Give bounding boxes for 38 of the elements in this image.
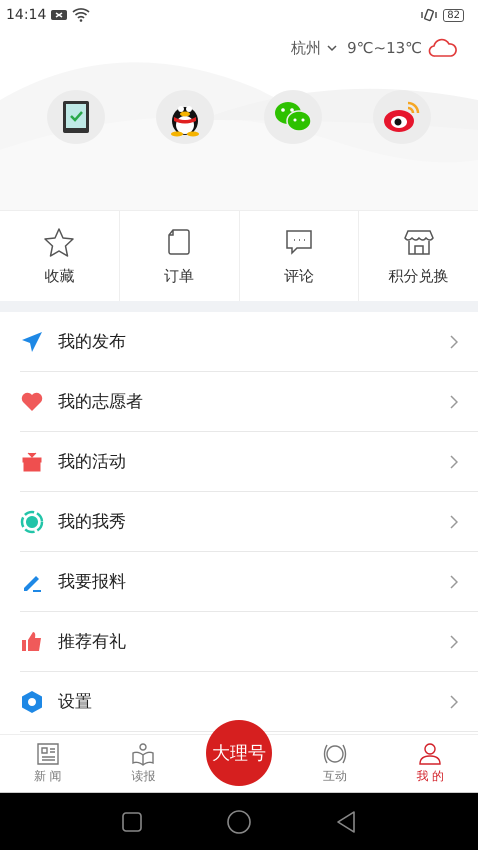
menu-item[interactable]: 我的我秀 xyxy=(20,492,478,552)
vibrate-icon xyxy=(420,8,438,22)
menu-item[interactable]: 我的活动 xyxy=(20,432,478,492)
battery-indicator: 82 xyxy=(443,8,464,22)
chevron-right-icon xyxy=(450,574,458,588)
city-selector[interactable]: 杭州 xyxy=(291,38,322,58)
chevron-right-icon xyxy=(450,514,458,528)
menu-item[interactable]: 我的发布 xyxy=(20,312,478,372)
eye-signal-icon xyxy=(382,100,422,134)
tab[interactable]: 互动 xyxy=(287,742,382,785)
wifi-icon xyxy=(72,8,90,22)
person-icon xyxy=(417,742,444,766)
star-icon xyxy=(43,226,76,256)
tab[interactable]: 新 闻 xyxy=(0,742,96,785)
tab[interactable]: 大理号 xyxy=(206,720,272,786)
temperature-text: 9℃~13℃ xyxy=(347,39,422,57)
recent-apps-button[interactable] xyxy=(121,810,144,832)
menu-item[interactable]: 我的志愿者 xyxy=(20,372,478,432)
tab[interactable]: 我 的 xyxy=(382,742,478,785)
message-icon xyxy=(51,9,68,21)
home-button[interactable] xyxy=(226,808,252,834)
chevron-right-icon xyxy=(450,454,458,468)
cloud-icon xyxy=(428,38,458,58)
chevron-right-icon xyxy=(450,634,458,648)
back-button[interactable] xyxy=(334,810,357,834)
tablet-check-icon xyxy=(62,100,90,134)
ring-icon xyxy=(322,742,348,766)
tab[interactable]: 读报 xyxy=(96,742,191,785)
shortcut-button[interactable]: 积分兑换 xyxy=(359,211,478,301)
chevron-right-icon xyxy=(450,694,458,708)
chevron-right-icon xyxy=(450,334,458,348)
reader-icon xyxy=(130,742,156,766)
chevron-down-icon[interactable] xyxy=(327,44,338,52)
status-time: 14:14 xyxy=(6,7,46,23)
menu-item[interactable]: 推荐有礼 xyxy=(20,612,478,672)
menu-item[interactable]: 我要报料 xyxy=(20,552,478,612)
newspaper-icon xyxy=(34,742,61,766)
chevron-right-icon xyxy=(450,394,458,408)
